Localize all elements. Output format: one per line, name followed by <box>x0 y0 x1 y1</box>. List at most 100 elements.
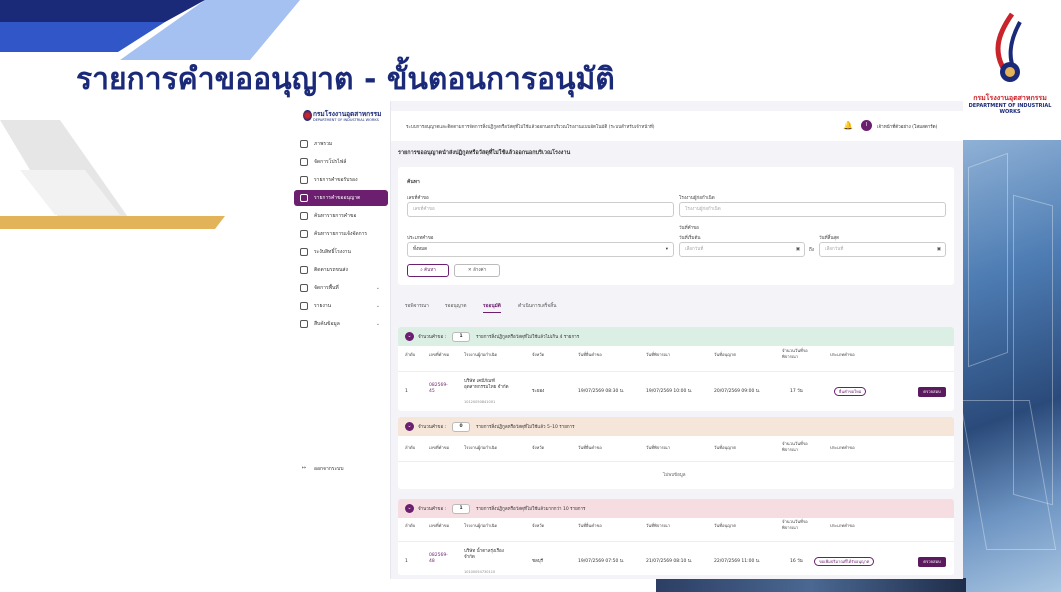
days-waiting: 16 วัน <box>790 559 803 564</box>
sidebar-item-label: รายการคำขออนุญาต <box>314 195 361 201</box>
sidebar-item-6[interactable]: ค้นหารายการแจ้งจัดการ <box>294 226 388 242</box>
sidebar-item-4[interactable]: รายการคำขออนุญาต <box>294 190 388 206</box>
avatar[interactable]: I <box>861 120 872 131</box>
brand-sub: DEPARTMENT OF INDUSTRIAL WORKS <box>313 118 379 122</box>
section-5-to-10: ⌄ จำนวนคำขอ : 0 รายการสิ่งปฏิกูลหรือวัสด… <box>398 417 954 489</box>
chevron-down-icon[interactable]: ⌄ <box>405 422 414 431</box>
section-count: 0 <box>452 421 471 432</box>
inspect-button[interactable]: ตรวจสอบ <box>918 557 946 567</box>
logo-text-thai: กรมโรงงานอุตสาหกรรม <box>973 94 1047 102</box>
layers-icon <box>300 284 308 292</box>
column-header: วันที่พิจารณา <box>646 445 671 450</box>
column-header: วันที่อนุญาต <box>714 352 736 357</box>
tab-completed[interactable]: ดำเนินการเสร็จสิ้น <box>518 302 556 310</box>
column-header: จังหวัด <box>532 523 545 528</box>
sidebar-item-1[interactable]: ภาพรวม <box>294 136 388 152</box>
request-number-link[interactable]: 082569-48 <box>429 553 453 565</box>
column-header: ลำดับ <box>405 523 416 528</box>
sidebar-item-label: ค้นหารายการคำขอ <box>314 213 357 219</box>
column-header: เลขที่คำขอ <box>429 352 450 357</box>
chevron-down-icon: ⌄ <box>375 321 380 327</box>
grid-icon <box>300 140 308 148</box>
factory-input[interactable]: โรงงานผู้ก่อกำเนิด <box>679 202 946 217</box>
column-header: วันที่พิจารณา <box>646 352 671 357</box>
end-date-input[interactable]: เลือกวันที่ ▣ <box>819 242 946 257</box>
start-date-input[interactable]: เลือกวันที่ ▣ <box>679 242 805 257</box>
sidebar-item-label: จัดการโปรไฟล์ <box>314 159 347 165</box>
section-desc: รายการสิ่งปฏิกูลหรือวัสดุที่ไม่ใช้แล้ว 5… <box>476 425 575 430</box>
request-number-link[interactable]: 082569-45 <box>429 383 453 395</box>
sidebar: กรมโรงงานอุตสาหกรรม DEPARTMENT OF INDUST… <box>291 101 391 579</box>
column-header: ประเภทคำขอ <box>830 352 855 357</box>
section-header: ⌄ จำนวนคำขอ : 0 รายการสิ่งปฏิกูลหรือวัสด… <box>398 417 954 436</box>
brand-logo-icon <box>303 110 312 121</box>
section-count-label: จำนวนคำขอ : <box>418 335 447 340</box>
sidebar-item-3[interactable]: รายการคำขอรับรอง <box>294 172 388 188</box>
column-header: จำนวนวันที่รอพิจารณา <box>782 441 808 452</box>
sidebar-item-9[interactable]: จัดการพื้นที่ ⌄ <box>294 280 388 296</box>
sidebar-item-5[interactable]: ค้นหารายการคำขอ <box>294 208 388 224</box>
column-header: วันที่ยื่นคำขอ <box>578 523 602 528</box>
start-date-placeholder: เลือกวันที่ <box>685 247 704 252</box>
province: ชลบุรี <box>532 559 544 564</box>
sidebar-item-label: รายการคำขอรับรอง <box>314 177 358 183</box>
sidebar-item-10[interactable]: รายงาน ⌄ <box>294 298 388 314</box>
column-header: ประเภทคำขอ <box>830 445 855 450</box>
profile-icon <box>300 158 308 166</box>
row-number: 1 <box>405 559 408 564</box>
end-date-placeholder: เลือกวันที่ <box>825 247 844 252</box>
sidebar-item-11[interactable]: สืบค้นข้อมูล ⌄ <box>294 316 388 332</box>
search-list-icon <box>300 230 308 238</box>
section-count: 1 <box>452 331 471 342</box>
column-header: จำนวนวันที่รอพิจารณา <box>782 348 808 359</box>
request-no-input[interactable]: เลขที่คำขอ <box>407 202 674 217</box>
user-name[interactable]: เจ้าหน้าที่ตัวอย่าง (โสมสตาร์ต) <box>877 123 937 130</box>
map-icon <box>300 266 308 274</box>
slide: รายการคำขออนุญาต - ขั้นตอนการอนุมัติ กรม… <box>0 0 1061 592</box>
page-title: รายการขออนุญาตนำส่งปฏิกูลหรือวัสดุที่ไม่… <box>398 150 571 156</box>
search-document-icon <box>300 212 308 220</box>
column-header: โรงงานผู้ก่อกำเนิด <box>464 523 498 528</box>
inspect-button[interactable]: ตรวจสอบ <box>918 387 946 397</box>
search-button[interactable]: ⌕ ค้นหา <box>407 264 449 277</box>
section-header: ⌄ จำนวนคำขอ : 1 รายการสิ่งปฏิกูลหรือวัสด… <box>398 327 954 346</box>
logout-button[interactable]: ↦ ออกจากระบบ <box>294 461 388 477</box>
section-count-label: จำนวนคำขอ : <box>418 425 447 430</box>
sidebar-item-2[interactable]: จัดการโปรไฟล์ <box>294 154 388 170</box>
type-select[interactable]: ทั้งหมด ▾ <box>407 242 674 257</box>
logo-text-english: DEPARTMENT OF INDUSTRIAL WORKS <box>968 103 1052 115</box>
factory-name: บริษัท น้ำตาลรุ่งเรือง จำกัด <box>464 549 504 560</box>
section-over-10: ⌄ จำนวนคำขอ : 1 รายการสิ่งปฏิกูลหรือวัสด… <box>398 499 954 575</box>
request-type-badge: ขอเพิ่มปริมาณที่ได้รับอนุญาต <box>814 557 875 566</box>
sidebar-item-label: ภาพรวม <box>314 141 333 147</box>
sidebar-item-label: ค้นหารายการแจ้งจัดการ <box>314 231 368 237</box>
start-date-label: วันที่เริ่มต้น <box>679 236 701 241</box>
shield-icon <box>300 248 308 256</box>
tab-pending-review[interactable]: รอพิจารณา <box>405 302 429 310</box>
approve-date: 20/07/2569 09:00 น. <box>714 389 761 394</box>
topbar: ระบบการอนุญาตและติดตามการจัดการสิ่งปฏิกู… <box>391 111 963 141</box>
tab-pending-approval[interactable]: รออนุมัติ <box>483 302 501 313</box>
section-count-label: จำนวนคำขอ : <box>418 507 447 512</box>
sidebar-item-label: รายงาน <box>314 303 332 309</box>
column-header: โรงงานผู้ก่อกำเนิด <box>464 445 498 450</box>
checklist-icon <box>300 176 308 184</box>
review-date: 19/07/2569 10:00 น. <box>646 389 693 394</box>
sidebar-item-8[interactable]: ติดตามรถขนส่ง <box>294 262 388 278</box>
tab-pending-permission[interactable]: รออนุญาต <box>445 302 467 310</box>
chevron-down-icon[interactable]: ⌄ <box>405 332 414 341</box>
sidebar-item-7[interactable]: ระงับสิทธิ์โรงงาน <box>294 244 388 260</box>
clear-button-label: ล้างค่า <box>473 268 487 273</box>
clear-button[interactable]: ✕ ล้างค่า <box>454 264 500 277</box>
corner-decoration <box>0 0 300 229</box>
chevron-down-icon: ▾ <box>665 247 668 252</box>
department-logo: กรมโรงงานอุตสาหกรรม DEPARTMENT OF INDUST… <box>965 10 1055 120</box>
submit-date: 19/07/2569 08:30 น. <box>578 389 625 394</box>
request-no-label: เลขที่คำขอ <box>407 196 429 201</box>
logo-emblem-icon <box>995 12 1022 82</box>
days-waiting: 17 วัน <box>790 389 803 394</box>
sidebar-item-label: จัดการพื้นที่ <box>314 285 339 291</box>
main-content: ระบบการอนุญาตและติดตามการจัดการสิ่งปฏิกู… <box>391 101 963 579</box>
bell-icon[interactable]: 🔔 <box>843 121 853 130</box>
chevron-down-icon[interactable]: ⌄ <box>405 504 414 513</box>
